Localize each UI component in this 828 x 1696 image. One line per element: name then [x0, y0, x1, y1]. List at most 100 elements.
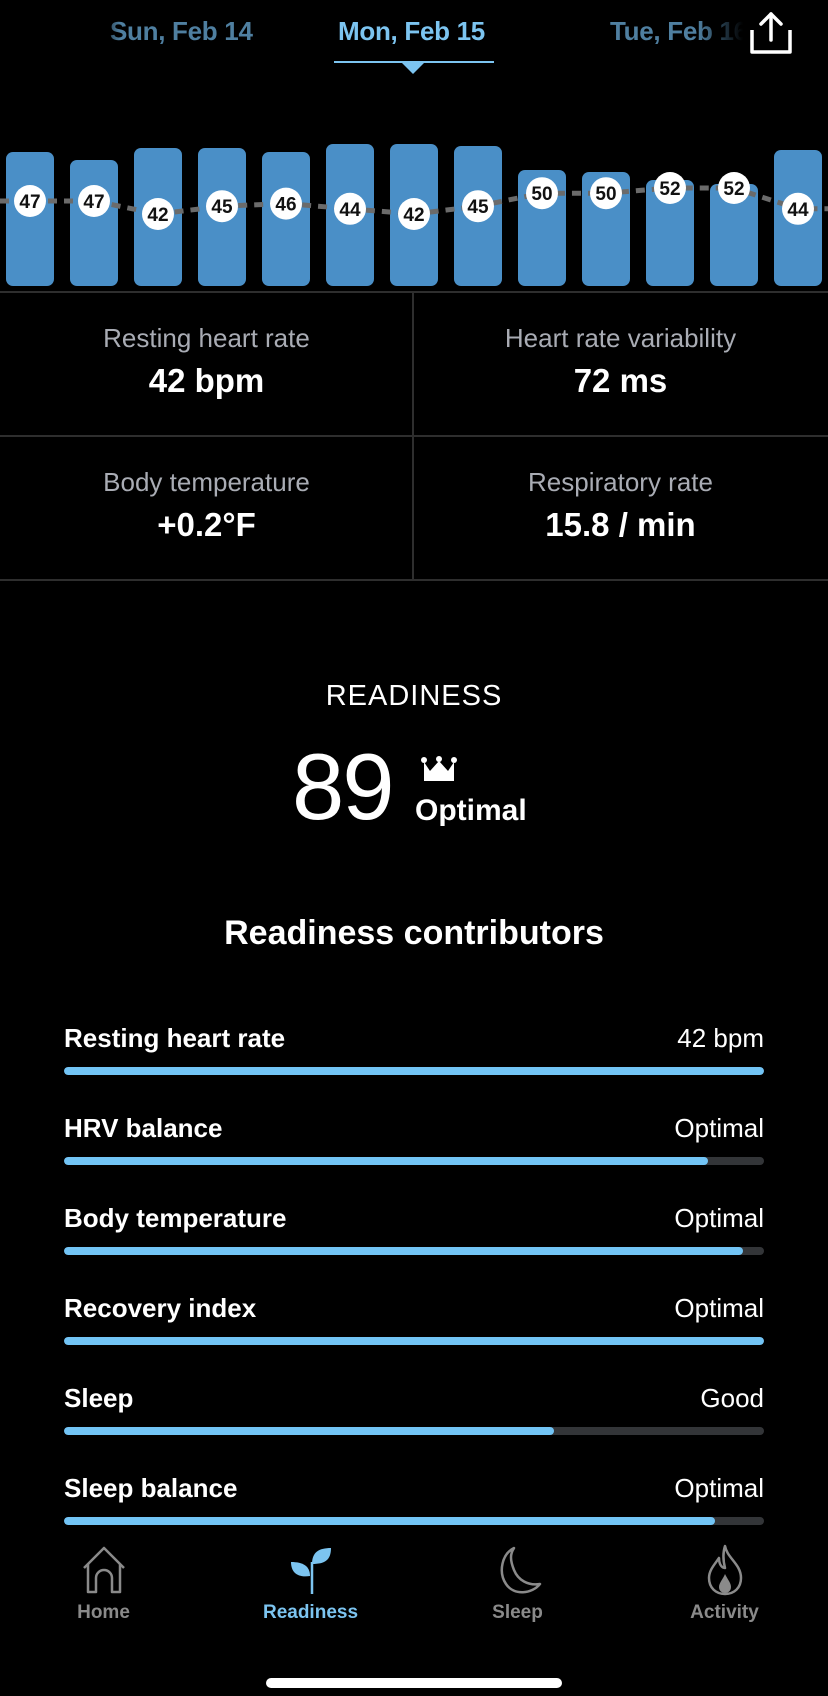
flame-icon — [707, 1544, 742, 1596]
metric-value: 42 bpm — [148, 362, 265, 399]
contributor-value: Good — [700, 1383, 764, 1413]
contributor-recovery-index[interactable]: Recovery index Optimal — [64, 1293, 764, 1363]
contributor-label: Sleep balance — [64, 1473, 238, 1503]
grid-divider-vertical — [412, 293, 414, 581]
chart-bar[interactable] — [70, 160, 118, 286]
contributor-value: Optimal — [674, 1473, 764, 1503]
tab-label: Sleep — [492, 1602, 543, 1623]
contributor-value: Optimal — [674, 1203, 764, 1233]
chart-point-label: 42 — [403, 205, 424, 226]
tab-bar: Home Readiness Sleep Activity — [0, 1536, 828, 1636]
contributors-title: Readiness contributors — [224, 914, 604, 952]
chart-point-label: 52 — [659, 179, 680, 200]
metric-respiratory-rate[interactable]: Respiratory rate 15.8 / min — [414, 437, 827, 580]
tab-home[interactable]: Home — [0, 1536, 207, 1636]
contributor-value: Optimal — [674, 1293, 764, 1323]
readiness-title: READINESS — [325, 680, 503, 712]
tab-readiness[interactable]: Readiness — [207, 1536, 414, 1636]
chart-point-label: 47 — [83, 192, 104, 213]
daily-chart[interactable]: 47 47 42 45 46 44 42 45 50 50 52 52 44 — [0, 90, 828, 290]
chart-point: 52 — [654, 172, 686, 204]
grid-divider-bottom — [0, 579, 828, 581]
chart-point: 42 — [142, 198, 174, 230]
chart-svg: 47 47 42 45 46 44 42 45 50 50 52 52 44 — [0, 144, 828, 286]
chart-point-label: 46 — [275, 195, 296, 216]
metric-value: 15.8 / min — [545, 506, 696, 543]
metric-value: 72 ms — [573, 362, 668, 399]
chart-point: 42 — [398, 198, 430, 230]
contributor-value: 42 bpm — [677, 1023, 764, 1053]
metric-heart-rate-variability[interactable]: Heart rate variability 72 ms — [414, 293, 827, 436]
chart-point-label: 42 — [147, 205, 168, 226]
metric-value: +0.2°F — [157, 506, 256, 543]
metric-resting-heart-rate[interactable]: Resting heart rate 42 bpm — [0, 293, 413, 436]
metric-label: Resting heart rate — [103, 323, 310, 353]
date-current[interactable]: Mon, Feb 15 — [338, 16, 485, 47]
crown-icon — [421, 756, 457, 781]
contributor-bar-track — [64, 1247, 764, 1255]
contributor-label: Resting heart rate — [64, 1023, 286, 1053]
tab-label: Home — [77, 1602, 130, 1623]
contributor-bar-track — [64, 1517, 764, 1525]
chart-point: 44 — [334, 192, 366, 225]
tab-sleep[interactable]: Sleep — [414, 1536, 621, 1636]
tab-activity[interactable]: Activity — [621, 1536, 828, 1636]
chart-point: 50 — [526, 177, 558, 210]
grid-divider-horizontal — [0, 435, 828, 437]
home-icon — [82, 1546, 125, 1594]
readiness-score: 89 — [292, 734, 395, 839]
chart-point-label: 52 — [723, 179, 744, 200]
chart-point: 52 — [718, 172, 750, 204]
contributor-bar-fill — [64, 1247, 743, 1255]
contributor-resting-heart-rate[interactable]: Resting heart rate 42 bpm — [64, 1023, 764, 1093]
contributor-bar-track — [64, 1157, 764, 1165]
contributor-bar-fill — [64, 1067, 764, 1075]
chart-point: 50 — [590, 177, 622, 210]
chart-point: 46 — [270, 187, 302, 220]
sprout-icon — [290, 1548, 331, 1594]
chart-point-label: 50 — [531, 184, 552, 205]
date-prev[interactable]: Sun, Feb 14 — [80, 16, 253, 47]
contributor-body-temperature[interactable]: Body temperature Optimal — [64, 1203, 764, 1273]
chart-point-label: 45 — [467, 197, 489, 218]
contributor-sleep-balance[interactable]: Sleep balance Optimal — [64, 1473, 764, 1543]
metric-label: Respiratory rate — [528, 467, 713, 497]
tab-label: Activity — [690, 1602, 759, 1623]
moon-icon — [500, 1546, 541, 1594]
readiness-status: Optimal — [415, 794, 527, 827]
tab-label: Readiness — [262, 1602, 359, 1623]
share-button[interactable] — [748, 10, 794, 56]
chart-point-label: 44 — [339, 200, 361, 221]
contributor-bar-fill — [64, 1427, 554, 1435]
chart-point: 45 — [462, 190, 494, 223]
contributor-bar-track — [64, 1337, 764, 1345]
metric-body-temperature[interactable]: Body temperature +0.2°F — [0, 437, 413, 580]
contributor-bar-fill — [64, 1517, 715, 1525]
metric-label: Heart rate variability — [504, 323, 737, 353]
share-icon — [750, 12, 792, 54]
contributor-label: Sleep — [64, 1383, 134, 1413]
chart-point: 47 — [14, 185, 46, 217]
metric-label: Body temperature — [103, 467, 310, 497]
metrics-grid: Resting heart rate 42 bpm Heart rate var… — [0, 293, 828, 581]
home-indicator — [266, 1678, 562, 1688]
date-selector: Sun, Feb 14 Mon, Feb 15 Tue, Feb 16 — [0, 0, 828, 80]
contributor-label: HRV balance — [64, 1113, 223, 1143]
contributor-hrv-balance[interactable]: HRV balance Optimal — [64, 1113, 764, 1183]
chart-bar[interactable] — [6, 152, 54, 286]
chart-point: 47 — [78, 185, 110, 217]
chart-point-label: 44 — [787, 200, 809, 221]
contributor-label: Recovery index — [64, 1293, 257, 1323]
contributor-bar-fill — [64, 1157, 708, 1165]
contributor-bar-fill — [64, 1337, 764, 1345]
contributor-bar-track — [64, 1067, 764, 1075]
chart-point-label: 47 — [19, 192, 40, 213]
chart-point: 44 — [782, 192, 814, 225]
contributor-bar-track — [64, 1427, 764, 1435]
chart-point: 45 — [206, 190, 238, 223]
contributor-sleep[interactable]: Sleep Good — [64, 1383, 764, 1453]
contributor-label: Body temperature — [64, 1203, 287, 1233]
date-caret-icon — [402, 63, 424, 74]
date-next[interactable]: Tue, Feb 16 — [610, 16, 758, 47]
chart-point-label: 50 — [595, 184, 616, 205]
